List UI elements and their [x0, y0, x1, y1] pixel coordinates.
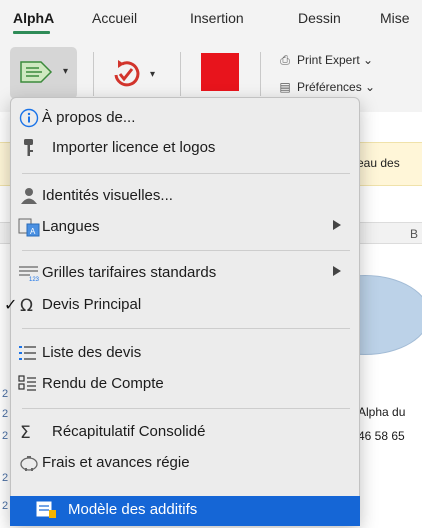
menu-item-label: Devis Principal — [42, 296, 142, 313]
row-number: 2 — [2, 500, 9, 512]
submenu-arrow-icon — [333, 266, 341, 276]
menu-item-label: Identités visuelles... — [42, 187, 173, 204]
menu-item-label: Liste des devis — [42, 344, 142, 361]
row-number: 2 — [2, 472, 9, 484]
menu-item-consolidated-summary[interactable]: Σ Récapitulatif Consolidé — [18, 418, 352, 446]
menu-separator — [22, 328, 350, 329]
svg-text:A: A — [30, 227, 36, 236]
red-square-button[interactable] — [201, 53, 239, 91]
piggy-bank-icon — [20, 456, 38, 471]
menu-item-expenses-advances[interactable]: Frais et avances régie — [18, 449, 352, 477]
banner-text: eau des — [357, 156, 400, 170]
refresh-button[interactable]: ▾ — [108, 57, 158, 91]
price-grid-icon: 123 — [19, 266, 40, 283]
row-number: 2 — [2, 408, 9, 420]
preferences-button[interactable]: ▤ Préférences ⌄ — [278, 80, 375, 94]
key-icon — [24, 139, 33, 156]
menu-item-label: Grilles tarifaires standards — [42, 264, 217, 281]
submenu-arrow-icon — [333, 220, 341, 230]
svg-text:Σ: Σ — [20, 423, 31, 442]
menu-item-account-report[interactable]: Rendu de Compte — [18, 370, 352, 398]
menu-item-label: Récapitulatif Consolidé — [52, 423, 206, 440]
chevron-down-icon: ▾ — [63, 66, 69, 77]
menu-item-label: Rendu de Compte — [42, 375, 164, 392]
print-expert-button[interactable]: ⎙ Print Expert ⌄ — [278, 53, 373, 68]
menu-item-label: Frais et avances régie — [42, 454, 190, 471]
toolbar-divider — [180, 52, 181, 96]
company-name-text: Alpha du — [358, 405, 406, 419]
languages-icon: A — [18, 218, 40, 237]
tab-mise[interactable]: Mise — [380, 10, 410, 26]
toolbar-divider — [260, 52, 261, 96]
report-icon — [18, 375, 36, 391]
menu-item-label: Importer licence et logos — [52, 139, 216, 156]
svg-text:123: 123 — [29, 277, 40, 283]
toolbar-divider — [93, 52, 94, 96]
menu-item-about[interactable]: À propos de... — [18, 104, 352, 132]
printer-icon: ⎙ — [280, 53, 290, 67]
chevron-down-icon: ▾ — [150, 69, 156, 80]
ribbon-tab-bar: AlphA Accueil Insertion Dessin Mise — [0, 0, 422, 40]
company-phone-text: 46 58 65 — [358, 429, 405, 443]
tab-alpha[interactable]: AlphA — [13, 10, 54, 26]
sigma-icon: Σ — [20, 423, 31, 442]
menu-separator — [22, 173, 350, 174]
tab-accueil[interactable]: Accueil — [92, 10, 137, 26]
identity-icon — [21, 188, 37, 204]
column-header-b[interactable]: B — [410, 227, 418, 241]
menu-item-amendment-template[interactable]: Modèle des additifs — [10, 496, 360, 526]
tab-insertion[interactable]: Insertion — [190, 10, 244, 26]
template-icon — [36, 501, 56, 518]
list-menu-icon — [20, 61, 53, 83]
active-tab-indicator — [13, 31, 50, 34]
checkmark-icon: ✓ — [4, 297, 18, 314]
preferences-icon: ▤ — [279, 80, 291, 94]
menu-item-main-quote[interactable]: ✓ Ω Devis Principal — [4, 291, 352, 319]
omega-icon: Ω — [20, 296, 33, 315]
menu-item-label: À propos de... — [42, 109, 136, 126]
info-icon — [19, 108, 39, 128]
menu-item-visual-identities[interactable]: Identités visuelles... — [18, 182, 352, 210]
preferences-label: Préférences ⌄ — [297, 80, 376, 94]
list-icon — [19, 346, 36, 360]
svg-text:Ω: Ω — [20, 296, 33, 315]
menu-separator — [22, 408, 350, 409]
row-number: 2 — [2, 388, 9, 400]
print-expert-label: Print Expert ⌄ — [297, 53, 374, 67]
menu-item-quote-list[interactable]: Liste des devis — [18, 339, 352, 367]
list-menu-button[interactable]: ▾ — [10, 47, 77, 99]
menu-item-label: Modèle des additifs — [68, 501, 198, 518]
tab-dessin[interactable]: Dessin — [298, 10, 341, 26]
refresh-check-icon — [114, 60, 140, 87]
row-number: 2 — [2, 430, 9, 442]
menu-item-price-grids[interactable]: 123 Grilles tarifaires standards — [18, 259, 352, 287]
menu-separator — [22, 250, 350, 251]
menu-item-import-license[interactable]: Importer licence et logos — [18, 134, 352, 162]
menu-item-languages[interactable]: A Langues — [18, 213, 352, 241]
menu-item-label: Langues — [42, 218, 100, 235]
